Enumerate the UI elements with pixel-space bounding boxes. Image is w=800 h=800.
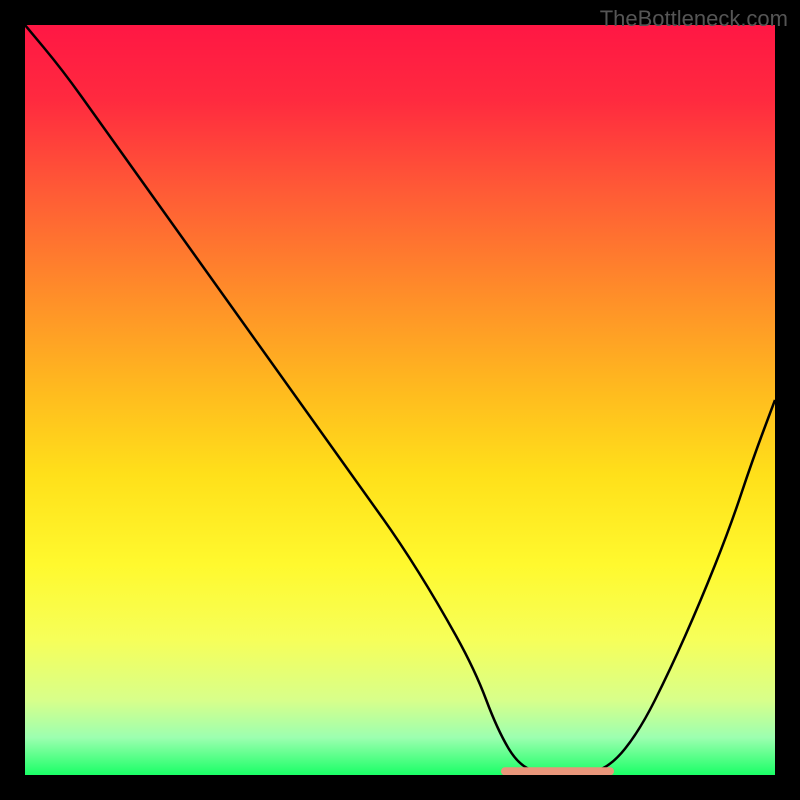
watermark-text: TheBottleneck.com (600, 6, 788, 32)
bottleneck-chart (25, 25, 775, 775)
chart-background (25, 25, 775, 775)
chart-container (25, 25, 775, 775)
